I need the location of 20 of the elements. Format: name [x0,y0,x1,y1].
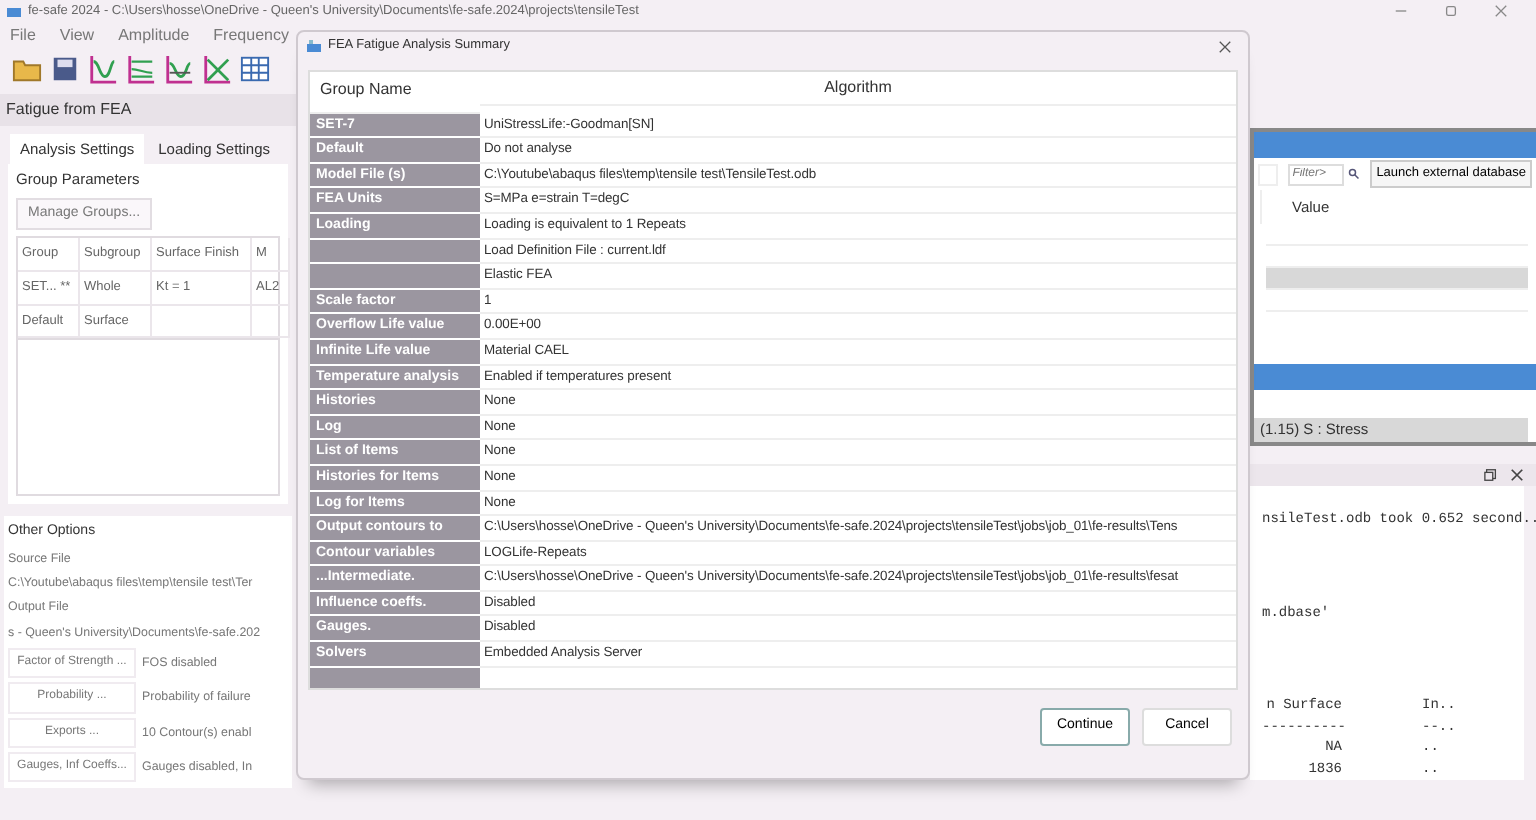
maximize-icon[interactable] [1444,4,1458,18]
restore-icon[interactable] [1484,468,1498,483]
panel-title: Fatigue from FEA [0,94,296,126]
menu-item[interactable]: File [10,23,36,47]
menu-item[interactable]: View [59,23,95,47]
line-chart-icon[interactable] [126,53,156,83]
save-icon[interactable] [50,53,80,83]
app-icon[interactable] [6,3,22,19]
close-icon[interactable] [1510,468,1524,483]
close-icon[interactable] [1218,39,1232,53]
search-icon[interactable] [1348,166,1361,182]
menu-item[interactable]: Amplitude [118,23,190,47]
curve-chart-icon[interactable] [164,53,194,83]
menu-item[interactable]: Frequency [213,23,289,47]
app-icon[interactable] [306,38,322,54]
cross-chart-icon[interactable] [202,53,232,83]
minimize-icon[interactable] [1394,4,1408,18]
column-header: Algorithm [480,72,1236,106]
table-icon[interactable] [240,53,270,83]
wave-chart-icon[interactable] [88,53,118,83]
